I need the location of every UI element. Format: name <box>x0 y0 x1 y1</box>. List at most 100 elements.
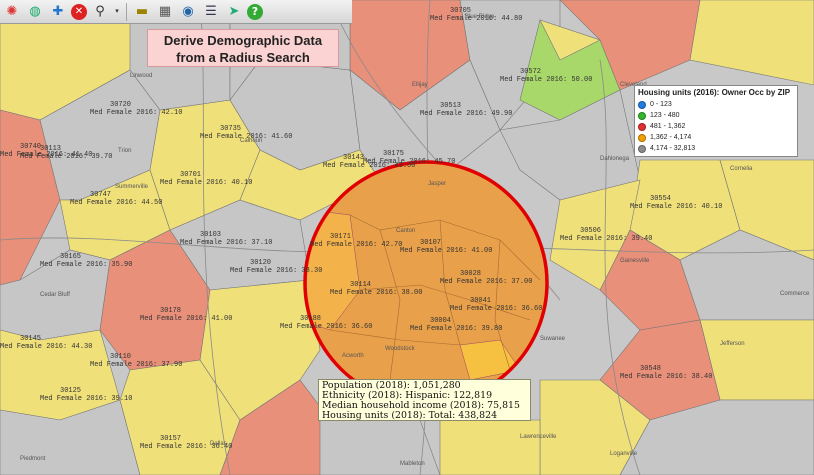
median-female-label: Med Female 2016: 38.40 <box>620 373 712 381</box>
zip-code-label: 30548 <box>640 365 661 373</box>
map-toolbar: ✺ ◍ ✚ ✕ ⚲ ▾ ▬ ▦ ◉ ☰ ➤ ? <box>0 0 352 24</box>
data-icon[interactable]: ▦ <box>155 2 175 22</box>
median-female-label: Med Female 2016: 37.90 <box>90 361 182 369</box>
zip-code-label: 30143 <box>343 154 364 162</box>
city-name-label: Cornelia <box>730 166 753 172</box>
zip-code-label: 30125 <box>60 387 81 395</box>
zip-code-label: 30175 <box>383 150 404 158</box>
title-line-2: from a Radius Search <box>176 50 310 65</box>
radius-stats-tooltip: Population (2018): 1,051,280 Ethnicity (… <box>318 379 531 421</box>
zip-code-label: 30107 <box>420 239 441 247</box>
toolbar-separator <box>126 2 127 21</box>
zip-code-label: 30572 <box>520 68 541 76</box>
median-female-label: Med Female 2016: 37.10 <box>180 239 272 247</box>
city-name-label: Jefferson <box>720 341 745 347</box>
city-name-label: Trion <box>118 148 131 154</box>
color-wheel-icon[interactable]: ✺ <box>2 2 22 22</box>
median-female-label: Med Female 2016: 36.60 <box>450 305 542 313</box>
legend-title: Housing units (2016): Owner Occ by ZIP <box>638 88 791 97</box>
legend-swatch <box>638 144 646 153</box>
legend-range: 4,174 - 32,813 <box>650 145 696 152</box>
median-female-label: Med Female 2016: 40.10 <box>160 179 252 187</box>
dropdown-arrow-icon[interactable]: ▾ <box>113 2 121 22</box>
zip-code-label: 30554 <box>650 195 671 203</box>
median-female-label: Med Female 2016: 50.00 <box>500 76 592 84</box>
zip-code-label: 30004 <box>430 317 451 325</box>
city-name-label: Dallas <box>210 441 227 447</box>
move-icon[interactable]: ➤ <box>224 2 244 22</box>
zip-code-label: 30041 <box>470 297 491 305</box>
zip-code-label: 30145 <box>20 335 41 343</box>
tools-icon[interactable]: ✚ <box>48 2 68 22</box>
legend-item: 123 - 480 <box>638 110 794 121</box>
median-female-label: Med Female 2016: 36.60 <box>280 323 372 331</box>
city-name-label: Loganville <box>610 451 638 457</box>
city-name-label: Suwanee <box>540 336 566 342</box>
legend-range: 0 - 123 <box>650 101 672 108</box>
zip-code-label: 30171 <box>330 233 351 241</box>
legend-swatch <box>638 100 646 109</box>
median-female-label: Med Female 2016: 40.10 <box>630 203 722 211</box>
city-name-label: Linwood <box>130 73 152 79</box>
help-icon[interactable]: ? <box>247 3 263 20</box>
median-female-label: Med Female 2016: 49.90 <box>420 110 512 118</box>
median-female-label: Med Female 2016: 38.00 <box>330 289 422 297</box>
city-name-label: Canton <box>396 228 415 234</box>
zip-code-label: 30028 <box>460 270 481 278</box>
zip-code-label: 30178 <box>160 307 181 315</box>
median-female-label: Med Female 2016: 44.50 <box>70 199 162 207</box>
zip-code-label: 30513 <box>440 102 461 110</box>
zip-code-label: 30740 <box>20 143 41 151</box>
table-icon[interactable]: ☰ <box>201 2 221 22</box>
median-female-label: Med Female 2016: 41.00 <box>140 315 232 323</box>
zip-code-label: 30188 <box>300 315 321 323</box>
median-female-label: Med Female 2016: 39.80 <box>410 325 502 333</box>
zip-code-label: 30747 <box>90 191 111 199</box>
legend-range: 481 - 1,362 <box>650 123 686 130</box>
median-female-label: Med Female 2016: 42.10 <box>90 109 182 117</box>
city-name-label: Summerville <box>115 184 149 190</box>
legend-item: 4,174 - 32,813 <box>638 143 794 154</box>
city-name-label: Dahlonega <box>600 156 630 162</box>
zip-code-label: 30157 <box>160 435 181 443</box>
ruler-icon[interactable]: ▬ <box>132 2 152 22</box>
delete-icon[interactable]: ✕ <box>71 3 87 20</box>
city-name-label: Commerce <box>780 291 810 297</box>
legend-swatch <box>638 111 646 120</box>
median-female-label: Med Female 2016: 38.30 <box>230 267 322 275</box>
median-female-label: Med Female 2016: 39.40 <box>560 235 652 243</box>
search-icon[interactable]: ⚲ <box>90 2 110 22</box>
zip-code-label: 30720 <box>110 101 131 109</box>
city-name-label: Calhoun <box>240 138 262 144</box>
median-female-label: Med Female 2016: 39.10 <box>40 395 132 403</box>
legend-item: 0 - 123 <box>638 99 794 110</box>
title-line-1: Derive Demographic Data <box>163 33 323 48</box>
median-female-label: Med Female 2016: 37.00 <box>440 278 532 286</box>
city-name-label: Blue Ridge <box>465 14 495 20</box>
zip-code-label: 30735 <box>220 125 241 133</box>
median-female-label: Med Female 2016: 45.70 <box>363 158 455 166</box>
globe-icon[interactable]: ◍ <box>25 2 45 22</box>
city-name-label: Acworth <box>342 353 364 359</box>
zip-code-label: 30120 <box>250 259 271 267</box>
legend-range: 123 - 480 <box>650 112 680 119</box>
legend-item: 1,362 - 4,174 <box>638 132 794 143</box>
median-female-label: Med Female 2016: 41.40 <box>0 151 92 159</box>
city-name-label: Woodstock <box>385 346 416 352</box>
median-female-label: Med Female 2016: 35.90 <box>40 261 132 269</box>
map-legend: Housing units (2016): Owner Occ by ZIP 0… <box>634 85 798 157</box>
zip-code-label: 30506 <box>580 227 601 235</box>
zip-code-label: 30110 <box>110 353 131 361</box>
zip-code-label: 30701 <box>180 171 201 179</box>
city-name-label: Piedmont <box>20 456 46 462</box>
median-female-label: Med Female 2016: 41.00 <box>400 247 492 255</box>
stat-housing: Housing units (2018): Total: 438,824 <box>322 410 498 421</box>
zip-code-label: 30165 <box>60 253 81 261</box>
legend-range: 1,362 - 4,174 <box>650 134 692 141</box>
zip-code-label: 30103 <box>200 231 221 239</box>
web-globe-icon[interactable]: ◉ <box>178 2 198 22</box>
legend-swatch <box>638 122 646 131</box>
city-name-label: Jasper <box>428 181 446 187</box>
city-name-label: Mableton <box>400 461 425 467</box>
city-name-label: Lawrenceville <box>520 434 557 440</box>
